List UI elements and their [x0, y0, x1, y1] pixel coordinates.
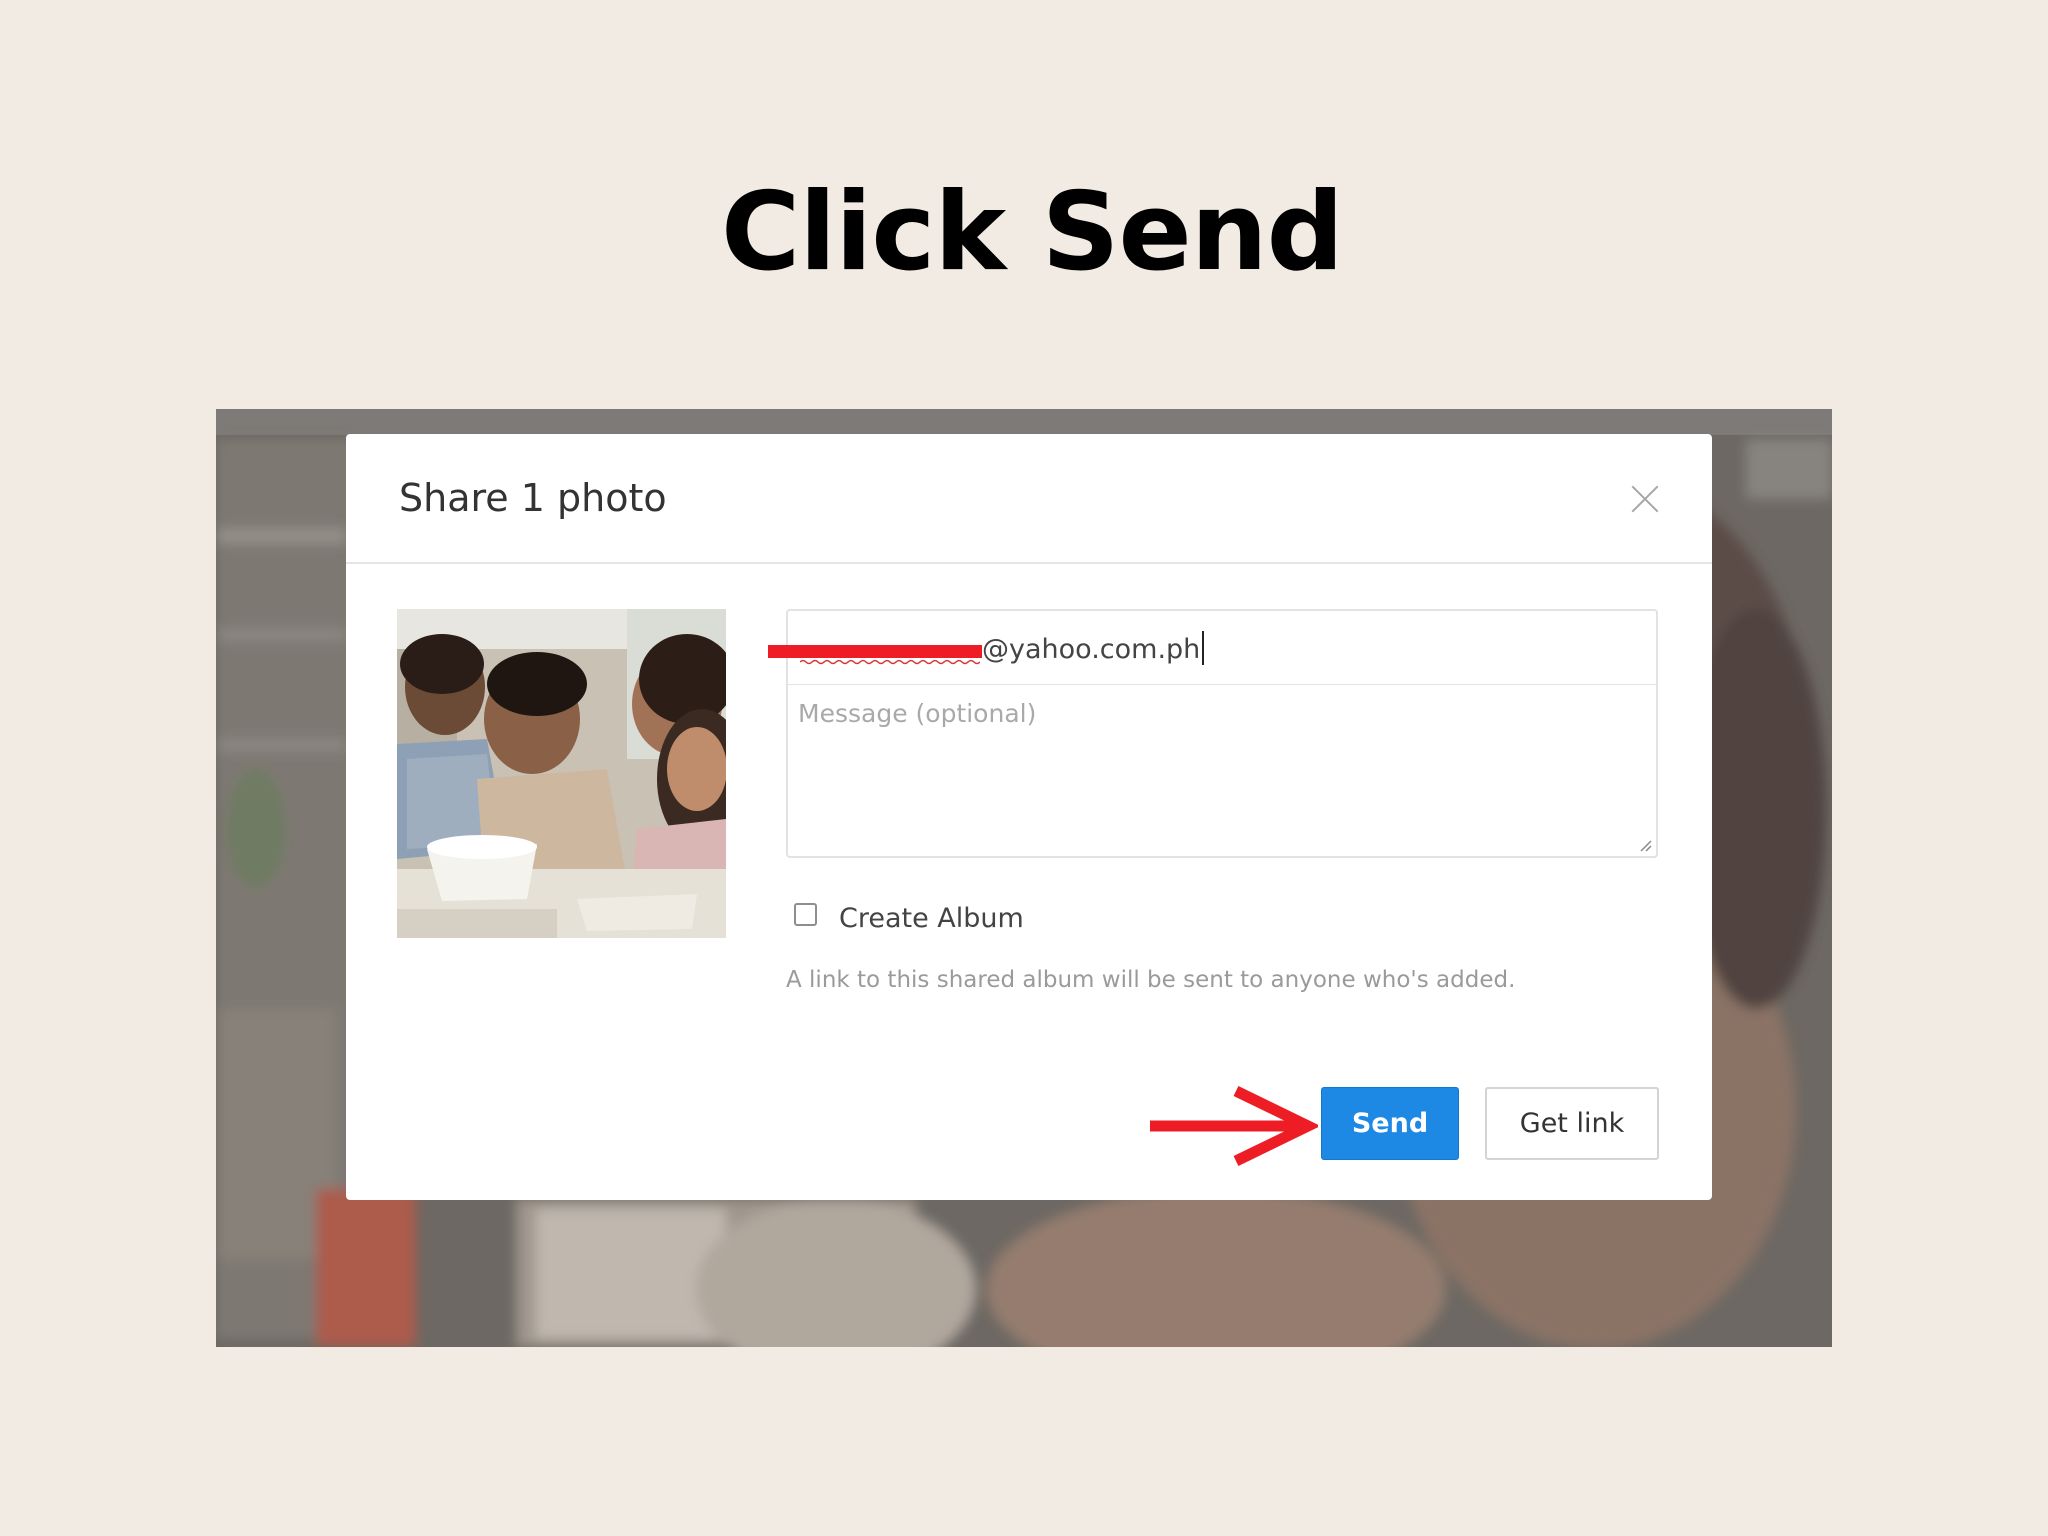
redaction-squiggle: [800, 659, 980, 665]
recipient-value: @yahoo.com.ph: [982, 631, 1205, 665]
dialog-header: Share 1 photo: [346, 434, 1712, 564]
resize-handle-icon[interactable]: [1636, 836, 1652, 852]
message-input[interactable]: Message (optional): [786, 685, 1658, 858]
arrow-right-icon: [1150, 1086, 1318, 1166]
redaction-bar: [768, 645, 982, 658]
create-album-checkbox[interactable]: [794, 903, 817, 926]
send-button[interactable]: Send: [1321, 1087, 1459, 1160]
photo-thumbnail: [397, 609, 726, 938]
create-album-help-text: A link to this shared album will be sent…: [786, 967, 1516, 993]
screenshot: Share 1 photo @yahoo.com.ph Message (opt…: [216, 409, 1832, 1347]
recipient-input[interactable]: @yahoo.com.ph: [768, 609, 1658, 685]
close-icon[interactable]: [1630, 484, 1660, 514]
get-link-button[interactable]: Get link: [1485, 1087, 1659, 1160]
create-album-label[interactable]: Create Album: [839, 903, 1024, 934]
dialog-title: Share 1 photo: [399, 476, 667, 520]
slide-title: Click Send: [721, 170, 1344, 295]
share-dialog: Share 1 photo @yahoo.com.ph Message (opt…: [346, 434, 1712, 1200]
message-placeholder: Message (optional): [798, 699, 1037, 728]
text-cursor: [1202, 631, 1205, 665]
